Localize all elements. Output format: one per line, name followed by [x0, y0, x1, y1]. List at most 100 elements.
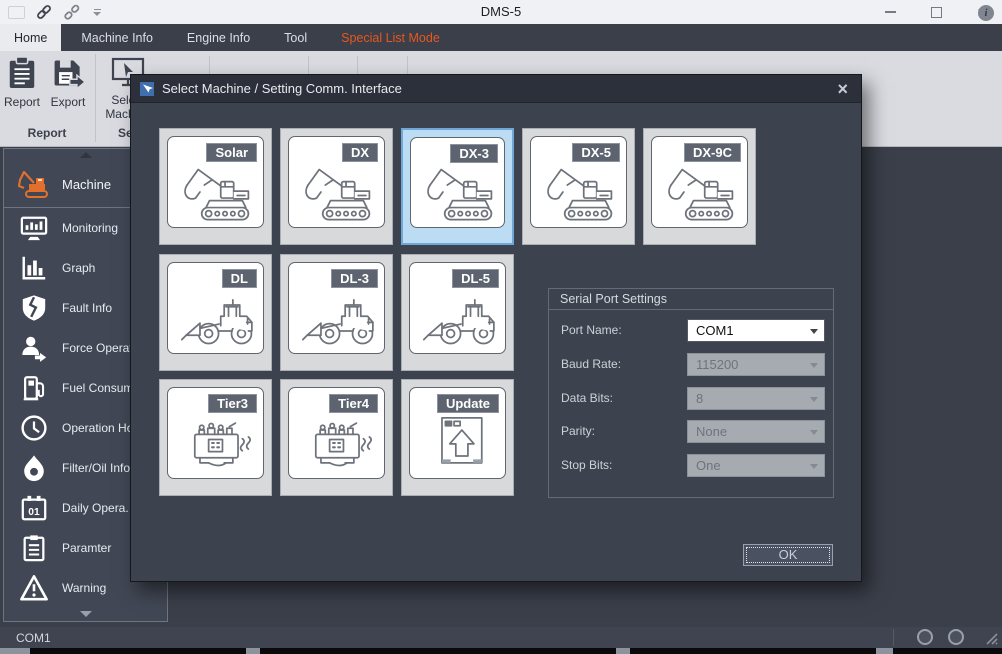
svg-text:01: 01: [28, 507, 40, 518]
maximize-button[interactable]: [928, 4, 944, 20]
engine-illustration: [173, 411, 264, 475]
combo-value: 8: [696, 388, 703, 409]
combo-value: One: [696, 455, 721, 476]
export-button[interactable]: Export: [40, 56, 96, 109]
status-bar: COM1: [0, 627, 1002, 648]
sidebar-item-label: Daily Opera. I: [62, 501, 135, 515]
minimize-button[interactable]: [882, 4, 898, 20]
machine-tile-dx-9c[interactable]: DX-9C: [643, 128, 756, 245]
loader-illustration: [173, 286, 264, 350]
combo-stop-bits: One: [687, 454, 825, 477]
app-title: DMS-5: [0, 4, 1002, 19]
excavator-illustration: [536, 160, 627, 224]
machine-tile-dl-3[interactable]: DL-3: [280, 254, 393, 371]
excavator-illustration: [416, 160, 505, 224]
dialog-close-icon[interactable]: ×: [833, 80, 852, 98]
tab-bar: HomeMachine InfoEngine InfoToolSpecial L…: [0, 24, 1002, 51]
tab-home[interactable]: Home: [0, 24, 61, 51]
sidebar-item-label: Paramter: [62, 541, 111, 555]
tab-machine-info[interactable]: Machine Info: [67, 24, 167, 51]
dialog-content: Serial Port Settings Port Name: COM1 Baud …: [131, 103, 861, 581]
serial-field-label-baud-rate: Baud Rate:: [561, 357, 621, 371]
tile-panel: DL-3: [288, 262, 385, 354]
status-indicator-1: [917, 629, 933, 645]
sidebar-item-label: Graph: [62, 261, 95, 275]
tab-special-list-mode[interactable]: Special List Mode: [327, 24, 454, 51]
serial-panel-title: Serial Port Settings: [549, 289, 833, 310]
tile-label-badge: DL-5: [452, 269, 499, 288]
machine-tile-dx-5[interactable]: DX-5: [522, 128, 635, 245]
machine-tile-dl-5[interactable]: DL-5: [401, 254, 514, 371]
tile-panel: Tier3: [167, 387, 264, 479]
dialog-cursor-icon: [140, 82, 154, 96]
serial-field-label-port-name: Port Name:: [561, 323, 622, 337]
window-titlebar: DMS-5 ×: [0, 0, 1002, 24]
serial-field-label-parity: Parity:: [561, 424, 595, 438]
tile-panel: Tier4: [288, 387, 385, 479]
tile-label-badge: DL-3: [331, 269, 378, 288]
ribbon-group-report: Report: [0, 126, 94, 140]
serial-port-settings-panel: Serial Port Settings Port Name: COM1 Baud …: [548, 288, 834, 498]
tile-panel: Update: [409, 387, 506, 479]
sidebar-header-label: Machine: [62, 177, 111, 192]
parameter-icon: [20, 534, 48, 562]
tab-engine-info[interactable]: Engine Info: [173, 24, 264, 51]
sidebar-scroll-down[interactable]: [4, 608, 167, 620]
oil-icon: [20, 454, 48, 482]
tile-panel: DL-5: [409, 262, 506, 354]
resize-grip[interactable]: [983, 630, 998, 648]
loader-illustration: [294, 286, 385, 350]
machine-tile-dx[interactable]: DX: [280, 128, 393, 245]
force-operation-icon: [20, 334, 48, 362]
tile-label-badge: DX-9C: [684, 143, 741, 162]
export-label: Export: [51, 95, 86, 109]
combo-baud-rate: 115200: [687, 353, 825, 376]
tab-tool[interactable]: Tool: [270, 24, 321, 51]
chevron-down-icon: [80, 611, 92, 617]
combo-value: 115200: [696, 354, 738, 375]
calendar-icon: 01: [20, 494, 48, 522]
machine-tile-dl[interactable]: DL: [159, 254, 272, 371]
combo-value: COM1: [696, 320, 734, 341]
help-info-icon[interactable]: i: [978, 5, 994, 21]
tile-label-badge: DX: [342, 143, 378, 162]
update-illustration: [415, 411, 506, 475]
sidebar-item-label: Filter/Oil Info: [62, 461, 130, 475]
excavator-illustration: [173, 160, 264, 224]
combo-value: None: [696, 421, 727, 442]
excavator-icon: [16, 169, 52, 199]
tile-panel: DX-9C: [651, 136, 748, 228]
sidebar-item-label: Fuel Consump: [62, 381, 140, 395]
engine-illustration: [294, 411, 385, 475]
tile-panel: DX-3: [410, 137, 505, 228]
tile-label-badge: Solar: [206, 143, 257, 162]
tile-panel: DX-5: [530, 136, 627, 228]
dialog-titlebar[interactable]: Select Machine / Setting Comm. Interface…: [131, 75, 861, 103]
clock-icon: [20, 414, 48, 442]
fuel-icon: [20, 374, 48, 402]
machine-tile-tier3[interactable]: Tier3: [159, 379, 272, 496]
chevron-down-icon: [810, 464, 818, 469]
ok-button[interactable]: OK: [743, 544, 833, 566]
fault-icon: [20, 294, 48, 322]
machine-tile-update[interactable]: Update: [401, 379, 514, 496]
sidebar-item-label: Operation Hou: [62, 421, 140, 435]
combo-port-name[interactable]: COM1: [687, 319, 825, 342]
chevron-down-icon: [810, 397, 818, 402]
sidebar-item-label: Monitoring: [62, 221, 118, 235]
chevron-down-icon: [810, 430, 818, 435]
tile-label-badge: Tier3: [208, 394, 257, 413]
serial-field-label-data-bits: Data Bits:: [561, 391, 613, 405]
dialog-title: Select Machine / Setting Comm. Interface: [162, 81, 833, 96]
warning-icon: [20, 574, 48, 602]
sidebar-item-label: Fault Info: [62, 301, 112, 315]
machine-tile-tier4[interactable]: Tier4: [280, 379, 393, 496]
machine-tile-solar[interactable]: Solar: [159, 128, 272, 245]
tile-label-badge: DL: [222, 269, 257, 288]
monitoring-icon: [20, 214, 48, 242]
report-label: Report: [4, 95, 40, 109]
export-icon: [40, 56, 96, 93]
machine-tile-dx-3[interactable]: DX-3: [401, 128, 514, 245]
tile-label-badge: DX-3: [450, 144, 498, 163]
status-indicator-2: [948, 629, 964, 645]
